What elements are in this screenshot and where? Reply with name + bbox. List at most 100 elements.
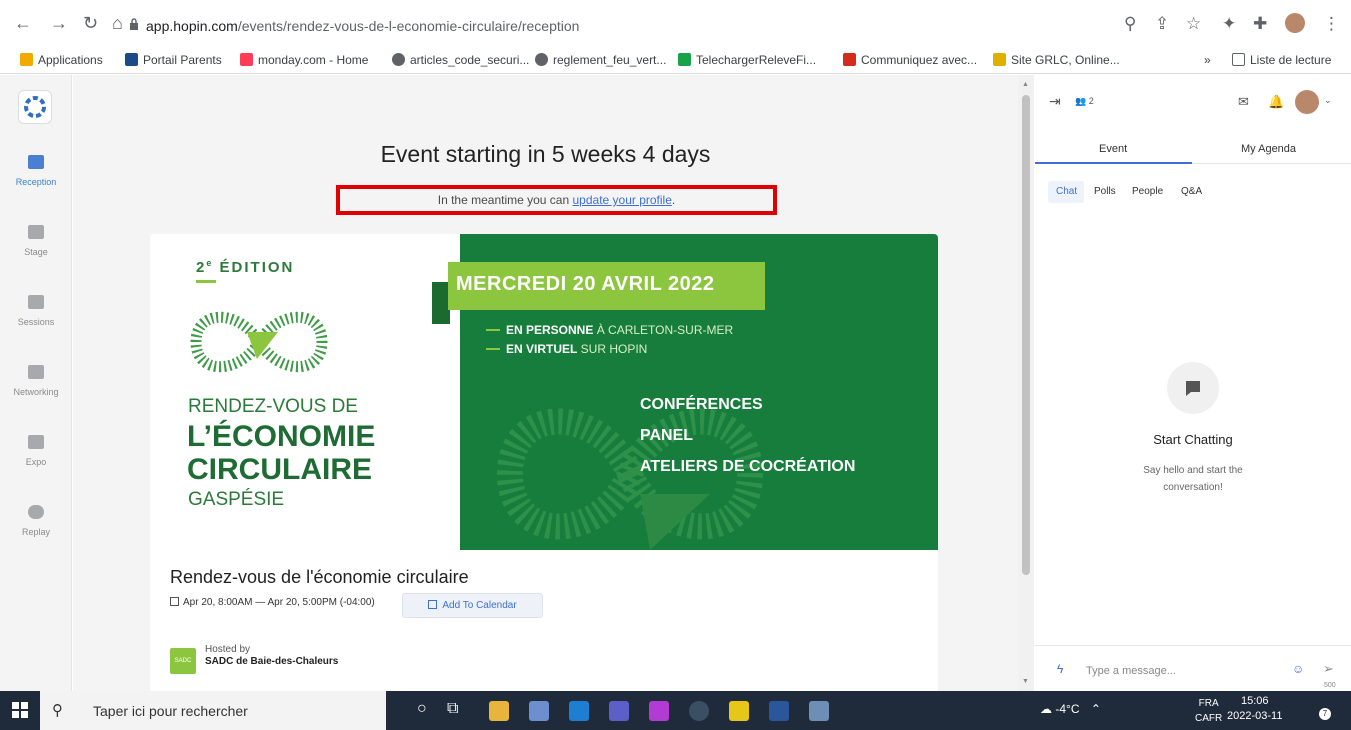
- language-indicator[interactable]: FRA CAFR: [1195, 696, 1222, 726]
- bookmark-label: TelechargerReleveFi...: [696, 53, 817, 67]
- extension-icon[interactable]: ✦: [1222, 14, 1236, 34]
- bookmark-reglement[interactable]: reglement_feu_vert...: [535, 53, 666, 67]
- scroll-up-icon[interactable]: ▲: [1022, 81, 1029, 88]
- bookmark-applications[interactable]: Applications: [20, 53, 103, 67]
- home-icon[interactable]: ⌂: [112, 14, 123, 32]
- lightning-icon[interactable]: ϟ: [1057, 662, 1063, 676]
- app-check-icon[interactable]: [729, 701, 749, 721]
- program-item: CONFÉRENCES: [640, 396, 763, 413]
- clock-date: 2022-03-11: [1227, 710, 1283, 722]
- rail-item-reception[interactable]: Reception: [0, 155, 72, 187]
- subtab-people[interactable]: People: [1132, 186, 1163, 197]
- message-input[interactable]: Type a message...: [1086, 665, 1176, 677]
- bookmark-articles[interactable]: articles_code_securi...: [392, 53, 529, 67]
- attendees-count[interactable]: 👥 2: [1075, 96, 1094, 107]
- bookmark-communiquez[interactable]: Communiquez avec...: [843, 53, 977, 67]
- scroll-down-icon[interactable]: ▼: [1022, 678, 1029, 685]
- chevron-down-icon[interactable]: ⌄: [1324, 95, 1332, 106]
- teams-icon[interactable]: [609, 701, 629, 721]
- emoji-icon[interactable]: ☺: [1292, 662, 1304, 676]
- add-to-calendar-button[interactable]: Add To Calendar: [402, 593, 543, 618]
- event-logo[interactable]: [18, 90, 52, 124]
- word-icon[interactable]: [769, 701, 789, 721]
- rail-item-stage[interactable]: Stage: [0, 225, 72, 257]
- clock[interactable]: 15:06 2022-03-11: [1227, 694, 1282, 724]
- bookmark-star-icon[interactable]: ☆: [1186, 14, 1201, 34]
- rail-item-sessions[interactable]: Sessions: [0, 295, 72, 327]
- mode-bold: EN PERSONNE: [506, 323, 594, 337]
- reading-list-icon: [1232, 53, 1245, 66]
- speech-bubble-icon: [1186, 381, 1200, 396]
- search-icon: ⚲: [52, 702, 63, 719]
- rail-item-replay[interactable]: Replay: [0, 505, 72, 537]
- clock-time: 15:06: [1240, 695, 1269, 707]
- mail-icon[interactable]: ✉: [1238, 94, 1249, 110]
- bookmark-label: Applications: [38, 53, 103, 67]
- weather-temp[interactable]: -4°C: [1055, 702, 1079, 716]
- sidebar-panel: ⇥ 👥 2 ✉ 🔔 ⌄ Event My Agenda Chat Polls P…: [1035, 75, 1351, 691]
- bookmark-monday[interactable]: monday.com - Home: [240, 53, 368, 67]
- edition-sup: e: [206, 258, 214, 268]
- notifications-icon[interactable]: 7: [1310, 700, 1331, 720]
- group-icon: [28, 295, 44, 309]
- reading-list-label: Liste de lecture: [1250, 53, 1332, 67]
- swirl-logo-icon: [24, 96, 46, 118]
- chrome-icon[interactable]: [689, 701, 709, 721]
- windows-taskbar: ⚲ Taper ici pour rechercher ○ ⧉ ☁ -4°C ⌃…: [0, 691, 1351, 730]
- forward-icon[interactable]: →: [50, 14, 68, 32]
- share-icon[interactable]: ⇪: [1155, 14, 1169, 34]
- edition-number: 2: [196, 259, 207, 276]
- hexagon-icon: [678, 53, 691, 66]
- app-purple-icon[interactable]: [649, 701, 669, 721]
- mode-virtual: EN VIRTUEL SUR HOPIN: [486, 342, 647, 356]
- bookmarks-more[interactable]: »: [1204, 53, 1211, 67]
- subtab-chat[interactable]: Chat: [1056, 186, 1077, 197]
- collapse-panel-icon[interactable]: ⇥: [1049, 93, 1061, 110]
- address-bar[interactable]: app.hopin.com/events/rendez-vous-de-l-ec…: [146, 18, 579, 34]
- tray-chevron-icon[interactable]: ⌃: [1091, 702, 1101, 716]
- subtab-qa[interactable]: Q&A: [1181, 186, 1202, 197]
- tab-event[interactable]: Event: [1099, 143, 1127, 155]
- bell-icon[interactable]: 🔔: [1268, 94, 1284, 110]
- subtab-polls[interactable]: Polls: [1094, 186, 1116, 197]
- bookmark-grlc[interactable]: Site GRLC, Online...: [993, 53, 1120, 67]
- bookmark-label: Communiquez avec...: [861, 53, 978, 67]
- scroll-thumb[interactable]: [1022, 95, 1030, 575]
- zoom-icon[interactable]: ⚲: [1124, 14, 1136, 34]
- lock-icon[interactable]: [129, 17, 139, 31]
- rail-item-expo[interactable]: Expo: [0, 435, 72, 467]
- reading-list[interactable]: Liste de lecture: [1232, 53, 1331, 67]
- grlc-icon: [993, 53, 1006, 66]
- main-scrollbar[interactable]: ▲ ▼: [1018, 75, 1034, 691]
- menu-icon[interactable]: ⋮: [1323, 14, 1340, 34]
- program-item: ATELIERS DE COCRÉATION: [640, 458, 856, 475]
- handshake-icon: [28, 365, 44, 379]
- mail-app-icon[interactable]: [569, 701, 589, 721]
- weather-icon[interactable]: ☁: [1040, 702, 1052, 716]
- active-tab-indicator: [1035, 162, 1192, 164]
- windows-start-icon[interactable]: [12, 702, 28, 718]
- send-icon[interactable]: ➢: [1323, 661, 1334, 677]
- rail-item-networking[interactable]: Networking: [0, 365, 72, 397]
- app-note-icon[interactable]: [809, 701, 829, 721]
- taskbar-search[interactable]: ⚲ Taper ici pour rechercher: [40, 691, 386, 730]
- back-icon[interactable]: ←: [14, 14, 32, 32]
- profile-avatar[interactable]: [1285, 13, 1305, 33]
- user-avatar[interactable]: [1295, 90, 1319, 114]
- file-explorer-icon[interactable]: [489, 701, 509, 721]
- rail-label: Replay: [21, 527, 50, 537]
- snipping-tool-icon[interactable]: [529, 701, 549, 721]
- bookmark-label: Portail Parents: [143, 53, 222, 67]
- empty-chat-body: Say hello and start the conversation!: [1143, 465, 1243, 493]
- puzzle-icon[interactable]: ✚: [1253, 14, 1267, 34]
- host-name[interactable]: SADC de Baie-des-Chaleurs: [205, 656, 338, 667]
- reload-icon[interactable]: ↻: [83, 14, 98, 32]
- update-profile-link[interactable]: update your profile: [573, 193, 672, 207]
- task-view-icon[interactable]: ⧉: [447, 700, 458, 718]
- tab-my-agenda[interactable]: My Agenda: [1241, 143, 1296, 155]
- bookmark-portail-parents[interactable]: Portail Parents: [125, 53, 222, 67]
- cortana-icon[interactable]: ○: [417, 700, 427, 718]
- notification-count: 7: [1319, 708, 1331, 720]
- mode-in-person: EN PERSONNE À CARLETON-SUR-MER: [486, 323, 733, 337]
- bookmark-telecharger[interactable]: TelechargerReleveFi...: [678, 53, 816, 67]
